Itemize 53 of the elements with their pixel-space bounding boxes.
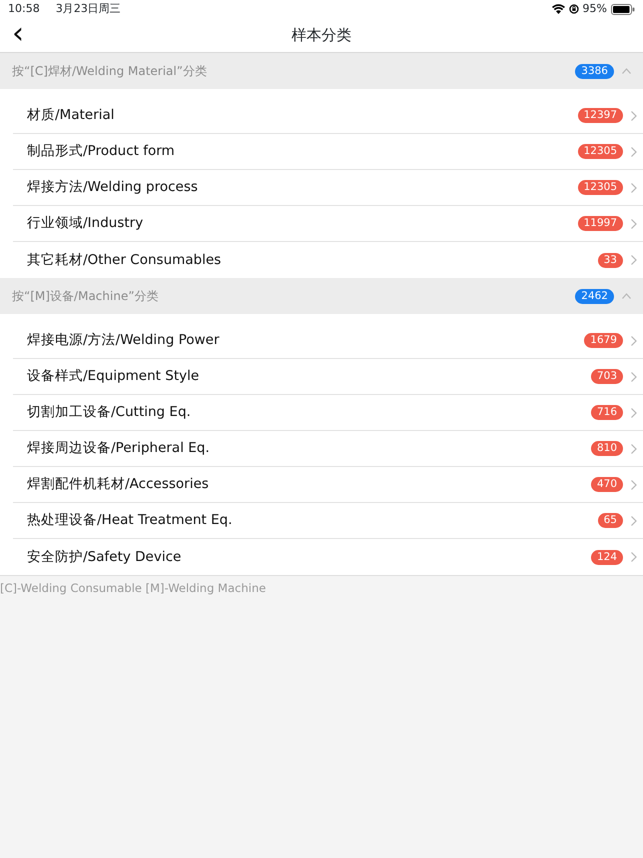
section-header[interactable]: 按“[M]设备/Machine”分类 2462 xyxy=(0,278,643,314)
chevron-right-icon xyxy=(631,182,637,192)
chevron-right-icon xyxy=(631,336,637,346)
category-label: 其它耗材/Other Consumables xyxy=(27,250,222,270)
footer-note: [C]-Welding Consumable [M]-Welding Machine xyxy=(0,581,266,595)
category-label: 焊接周边设备/Peripheral Eq. xyxy=(27,439,210,458)
category-label: 切割加工设备/Cutting Eq. xyxy=(27,403,191,422)
chevron-right-icon xyxy=(631,480,637,490)
status-date: 3月23日周三 xyxy=(56,0,121,17)
chevron-right-icon xyxy=(631,110,637,120)
category-label: 设备样式/Equipment Style xyxy=(27,367,200,386)
count-badge: 12305 xyxy=(578,180,623,195)
count-badge: 703 xyxy=(590,369,623,384)
category-label: 焊接方法/Welding process xyxy=(27,178,198,198)
count-badge: 1679 xyxy=(584,333,623,348)
count-badge: 11997 xyxy=(578,216,623,231)
page-title: 样本分类 xyxy=(292,24,352,46)
count-badge: 124 xyxy=(590,550,623,564)
chevron-up-icon xyxy=(622,293,631,299)
section-title: 按“[C]焊材/Welding Material”分类 xyxy=(12,63,207,80)
chevron-right-icon xyxy=(631,255,637,265)
count-badge: 3386 xyxy=(575,64,614,78)
status-time: 10:58 xyxy=(8,0,40,17)
chevron-right-icon xyxy=(631,516,637,526)
battery-icon xyxy=(611,4,635,14)
battery-percent: 95% xyxy=(582,0,607,17)
chevron-right-icon xyxy=(631,408,637,418)
count-badge: 716 xyxy=(590,405,623,420)
count-badge: 12397 xyxy=(578,108,623,123)
count-badge: 810 xyxy=(590,441,623,456)
wifi-icon xyxy=(552,4,565,14)
chevron-right-icon xyxy=(631,552,637,562)
category-label: 制品形式/Product form xyxy=(27,142,175,162)
back-button[interactable]: ‹ xyxy=(8,20,28,48)
section-header[interactable]: 按“[C]焊材/Welding Material”分类 3386 xyxy=(0,53,643,89)
chevron-right-icon xyxy=(631,372,637,382)
rotation-lock-icon xyxy=(568,4,579,14)
category-label: 材质/Material xyxy=(27,106,114,126)
category-label: 安全防护/Safety Device xyxy=(27,548,182,567)
category-label: 焊接电源/方法/Welding Power xyxy=(27,331,220,350)
count-badge: 33 xyxy=(598,252,623,268)
chevron-right-icon xyxy=(631,218,637,228)
category-label: 焊割配件机耗材/Accessories xyxy=(27,475,209,494)
count-badge: 2462 xyxy=(575,288,614,304)
chevron-up-icon xyxy=(622,68,631,74)
count-badge: 470 xyxy=(590,477,623,492)
category-label: 热处理设备/Heat Treatment Eq. xyxy=(27,511,232,530)
chevron-right-icon xyxy=(631,146,637,156)
category-label: 行业领域/Industry xyxy=(27,214,144,234)
count-badge: 65 xyxy=(598,513,623,528)
count-badge: 12305 xyxy=(578,144,623,159)
section-title: 按“[M]设备/Machine”分类 xyxy=(12,288,158,305)
chevron-right-icon xyxy=(631,444,637,454)
